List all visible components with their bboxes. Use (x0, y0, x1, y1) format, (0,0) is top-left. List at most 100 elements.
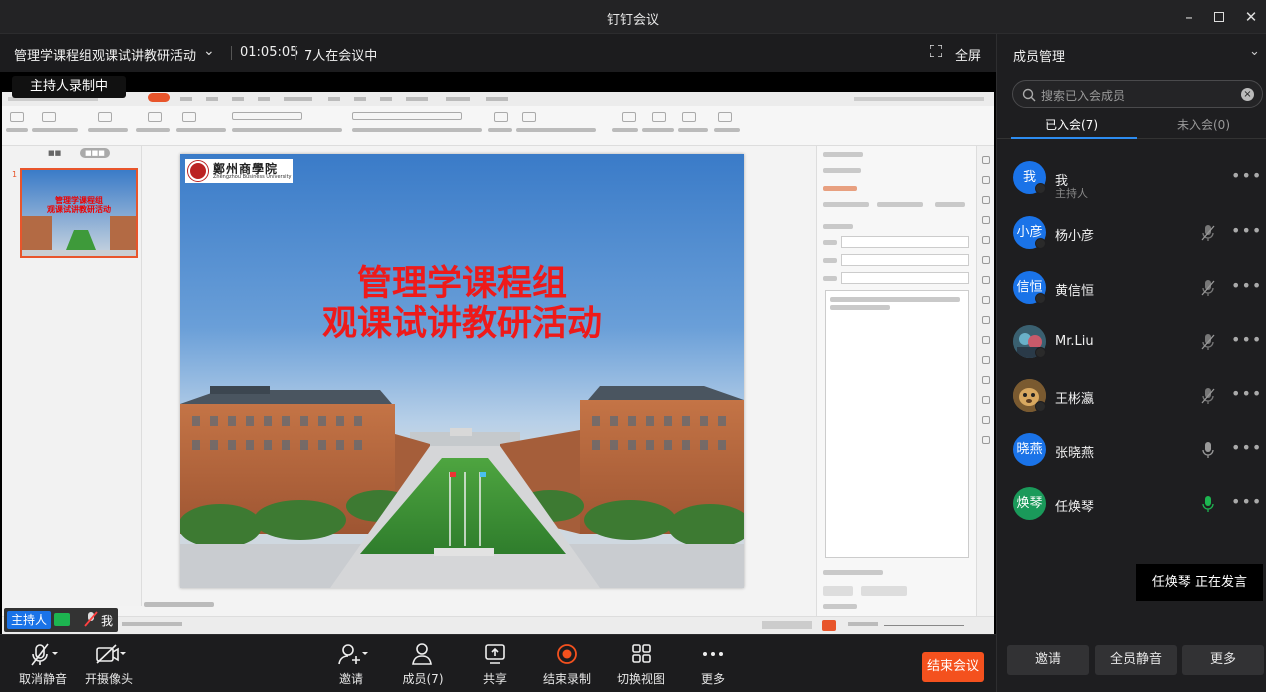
member-name: 任焕琴 (1055, 500, 1095, 515)
more-options-icon[interactable]: ••• (1231, 438, 1262, 457)
panel-title: 成员管理 (1013, 50, 1066, 65)
switch-view-button[interactable]: 切换视图 (606, 641, 676, 687)
slides-tab[interactable]: ■■■ (80, 148, 110, 158)
mute-all-button[interactable]: 全员静音 (1095, 645, 1177, 675)
more-options-icon[interactable]: ••• (1231, 221, 1262, 240)
panel-more-button[interactable]: 更多 (1182, 645, 1264, 675)
slide-thumbnail-pane: ■■ ■■■ 1 管理学课程组 观课试讲教研活动 (2, 146, 142, 606)
member-name: 王彬瀛 (1055, 392, 1095, 407)
invite-member-button[interactable]: 邀请 (1007, 645, 1089, 675)
add-user-icon (338, 644, 368, 665)
end-meeting-button[interactable]: 结束会议 (922, 652, 984, 682)
mic-muted-icon (31, 643, 58, 666)
member-row[interactable]: 王彬瀛 ••• (997, 379, 1266, 433)
device-badge-icon (1035, 183, 1046, 194)
member-row[interactable]: 信恒 黄信恒 ••• (997, 271, 1266, 325)
clear-icon[interactable]: × (1241, 88, 1254, 101)
tab-not-joined[interactable]: 未入会(0) (1177, 116, 1230, 133)
camera-icon (54, 613, 70, 626)
shared-screen: ■■ ■■■ 1 管理学课程组 观课试讲教研活动 鄭州商學院 Zhengzhou… (0, 72, 996, 634)
member-row[interactable]: 晓燕 张晓燕 ••• (997, 433, 1266, 487)
avatar: 晓燕 (1013, 433, 1046, 466)
meeting-duration: 01:05:05 (240, 45, 299, 60)
ppt-side-pane (816, 146, 976, 616)
member-row[interactable]: 我 我 主持人 ••• (997, 161, 1266, 215)
mic-muted-icon[interactable] (1201, 224, 1215, 242)
search-icon (1022, 88, 1036, 102)
camera-button[interactable]: 开摄像头 (74, 641, 144, 687)
divider (231, 46, 232, 60)
more-options-icon[interactable]: ••• (1231, 384, 1262, 403)
mic-muted-icon (84, 611, 98, 631)
record-icon (557, 644, 577, 664)
chevron-down-icon[interactable]: ⌄ (203, 43, 215, 59)
chevron-down-icon[interactable]: ⌄ (1249, 44, 1260, 59)
mic-speaking-icon[interactable] (1201, 495, 1215, 513)
member-name: 杨小彦 (1055, 229, 1095, 244)
tab-joined[interactable]: 已入会(7) (1045, 116, 1098, 133)
self-video-tile[interactable]: 主持人 我 (4, 608, 118, 632)
current-slide: 鄭州商學院 Zhengzhou Business University 管理学课… (180, 154, 744, 588)
bottom-toolbar: 取消静音 开摄像头 邀请 成员(7) 共享 结束录制 切换视图 更多 结束会议 (0, 634, 996, 692)
members-button[interactable]: 成员(7) (388, 641, 458, 687)
device-badge-icon (1035, 347, 1046, 358)
shared-presentation: ■■ ■■■ 1 管理学课程组 观课试讲教研活动 鄭州商學院 Zhengzhou… (2, 92, 994, 634)
recording-banner: 主持人录制中 (12, 76, 127, 98)
member-name: 黄信恒 (1055, 284, 1095, 299)
mic-muted-icon[interactable] (1201, 333, 1215, 351)
host-badge: 主持人 (7, 611, 52, 629)
ppt-menubar (2, 92, 994, 106)
mic-muted-icon[interactable] (1201, 279, 1215, 297)
outline-tab[interactable]: ■■ (48, 149, 61, 157)
window-title: 钉钉会议 (606, 13, 659, 28)
meeting-title[interactable]: 管理学课程组观课试讲教研活动 (14, 45, 196, 64)
self-name: 我 (101, 614, 114, 628)
more-options-icon[interactable]: ••• (1231, 330, 1262, 349)
divider (295, 46, 296, 60)
ppt-tool-strip (976, 146, 994, 616)
fullscreen-button[interactable]: 全屏 (955, 45, 981, 64)
share-button[interactable]: 共享 (460, 641, 530, 687)
device-badge-icon (1035, 401, 1046, 412)
member-row[interactable]: 小彦 杨小彦 ••• (997, 216, 1266, 270)
member-row[interactable]: 焕琴 任焕琴 ••• (997, 487, 1266, 541)
seal-icon (188, 161, 208, 181)
more-options-icon[interactable]: ••• (1231, 166, 1262, 185)
more-options-icon[interactable]: ••• (1231, 492, 1262, 511)
more-button[interactable]: 更多 (678, 641, 748, 687)
active-tab-indicator (1011, 137, 1137, 139)
slide-title-line1: 管理学课程组 (356, 264, 567, 304)
mic-muted-icon[interactable] (1201, 387, 1215, 405)
mic-icon[interactable] (1201, 441, 1215, 459)
maximize-icon[interactable] (1208, 6, 1230, 28)
unmute-button[interactable]: 取消静音 (8, 641, 78, 687)
member-role: 主持人 (1055, 187, 1088, 200)
more-dots-icon (703, 652, 723, 656)
campus-photo (180, 386, 744, 588)
participants-status: 7人在会议中 (304, 49, 378, 64)
slide-thumbnail[interactable]: 管理学课程组 观课试讲教研活动 (20, 168, 138, 258)
meeting-window: 钉钉会议 – ✕ 管理学课程组观课试讲教研活动 ⌄ 01:05:05 7人在会议… (0, 0, 1266, 692)
thumbnail-title: 管理学课程组 观课试讲教研活动 (47, 196, 111, 214)
device-badge-icon (1035, 238, 1046, 249)
share-screen-icon (485, 644, 505, 664)
members-icon (412, 643, 432, 665)
speaking-toast: 任焕琴 正在发言 (1136, 564, 1263, 601)
close-icon[interactable]: ✕ (1240, 6, 1262, 28)
search-input[interactable]: 搜索已入会成员 (1041, 87, 1125, 104)
fullscreen-icon[interactable] (930, 45, 942, 57)
invite-button[interactable]: 邀请 (316, 641, 386, 687)
stop-recording-button[interactable]: 结束录制 (532, 641, 602, 687)
meeting-header: 管理学课程组观课试讲教研活动 ⌄ 01:05:05 7人在会议中 全屏 (0, 34, 996, 72)
slide-title-line2: 观课试讲教研活动 (321, 304, 602, 344)
camera-off-icon (96, 644, 126, 664)
more-options-icon[interactable]: ••• (1231, 276, 1262, 295)
member-search[interactable]: 搜索已入会成员 × (1012, 80, 1263, 108)
ppt-ribbon (2, 106, 994, 146)
grid-view-icon (632, 644, 651, 663)
member-row[interactable]: Mr.Liu ••• (997, 325, 1266, 379)
minimize-icon[interactable]: – (1178, 6, 1200, 28)
avatar: 焕琴 (1013, 487, 1046, 520)
ppt-status-bar (2, 616, 994, 634)
members-panel: 成员管理 ⌄ 搜索已入会成员 × 已入会(7) 未入会(0) 我 我 主持人 •… (996, 34, 1266, 692)
